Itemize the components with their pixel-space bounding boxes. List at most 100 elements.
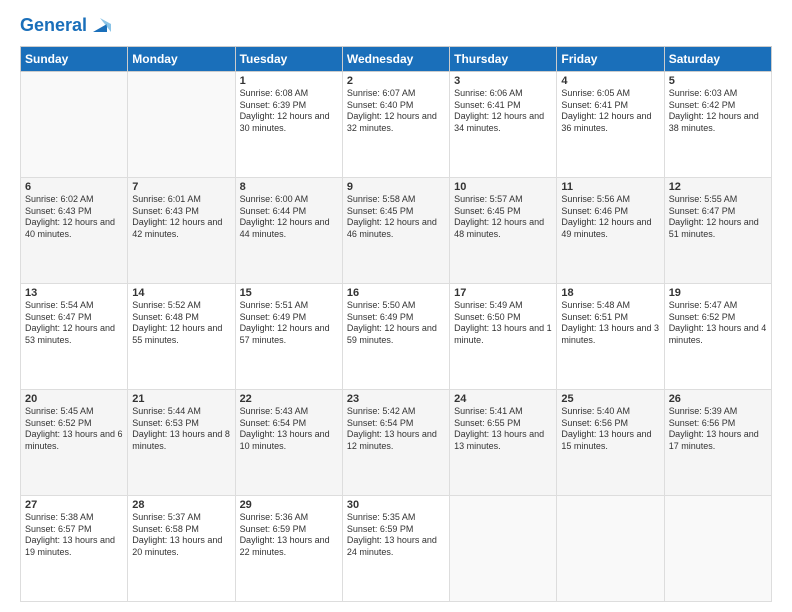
day-info: Sunrise: 5:40 AMSunset: 6:56 PMDaylight:… — [561, 406, 659, 453]
day-info: Sunrise: 5:58 AMSunset: 6:45 PMDaylight:… — [347, 194, 445, 241]
day-number: 17 — [454, 287, 552, 299]
calendar-header-row: SundayMondayTuesdayWednesdayThursdayFrid… — [21, 47, 772, 72]
calendar-day-cell: 8Sunrise: 6:00 AMSunset: 6:44 PMDaylight… — [235, 178, 342, 284]
day-info: Sunrise: 5:54 AMSunset: 6:47 PMDaylight:… — [25, 300, 123, 347]
day-number: 26 — [669, 393, 767, 405]
calendar-day-cell: 23Sunrise: 5:42 AMSunset: 6:54 PMDayligh… — [342, 390, 449, 496]
weekday-header-monday: Monday — [128, 47, 235, 72]
calendar-day-cell: 16Sunrise: 5:50 AMSunset: 6:49 PMDayligh… — [342, 284, 449, 390]
day-number: 7 — [132, 181, 230, 193]
day-info: Sunrise: 5:44 AMSunset: 6:53 PMDaylight:… — [132, 406, 230, 453]
calendar-day-cell — [450, 496, 557, 602]
weekday-header-tuesday: Tuesday — [235, 47, 342, 72]
day-number: 24 — [454, 393, 552, 405]
calendar-day-cell: 20Sunrise: 5:45 AMSunset: 6:52 PMDayligh… — [21, 390, 128, 496]
calendar-day-cell: 29Sunrise: 5:36 AMSunset: 6:59 PMDayligh… — [235, 496, 342, 602]
calendar-day-cell — [21, 72, 128, 178]
day-number: 16 — [347, 287, 445, 299]
calendar-day-cell: 7Sunrise: 6:01 AMSunset: 6:43 PMDaylight… — [128, 178, 235, 284]
day-number: 15 — [240, 287, 338, 299]
day-info: Sunrise: 5:50 AMSunset: 6:49 PMDaylight:… — [347, 300, 445, 347]
calendar-table: SundayMondayTuesdayWednesdayThursdayFrid… — [20, 46, 772, 602]
day-info: Sunrise: 5:41 AMSunset: 6:55 PMDaylight:… — [454, 406, 552, 453]
day-info: Sunrise: 5:52 AMSunset: 6:48 PMDaylight:… — [132, 300, 230, 347]
day-number: 23 — [347, 393, 445, 405]
calendar-day-cell — [128, 72, 235, 178]
day-number: 25 — [561, 393, 659, 405]
calendar-day-cell: 11Sunrise: 5:56 AMSunset: 6:46 PMDayligh… — [557, 178, 664, 284]
day-info: Sunrise: 6:08 AMSunset: 6:39 PMDaylight:… — [240, 88, 338, 135]
weekday-header-sunday: Sunday — [21, 47, 128, 72]
day-info: Sunrise: 5:35 AMSunset: 6:59 PMDaylight:… — [347, 512, 445, 559]
day-info: Sunrise: 5:36 AMSunset: 6:59 PMDaylight:… — [240, 512, 338, 559]
calendar-day-cell: 28Sunrise: 5:37 AMSunset: 6:58 PMDayligh… — [128, 496, 235, 602]
calendar-day-cell: 26Sunrise: 5:39 AMSunset: 6:56 PMDayligh… — [664, 390, 771, 496]
day-number: 2 — [347, 75, 445, 87]
day-number: 10 — [454, 181, 552, 193]
day-info: Sunrise: 6:01 AMSunset: 6:43 PMDaylight:… — [132, 194, 230, 241]
day-number: 14 — [132, 287, 230, 299]
calendar-day-cell: 22Sunrise: 5:43 AMSunset: 6:54 PMDayligh… — [235, 390, 342, 496]
day-info: Sunrise: 5:55 AMSunset: 6:47 PMDaylight:… — [669, 194, 767, 241]
calendar-day-cell: 4Sunrise: 6:05 AMSunset: 6:41 PMDaylight… — [557, 72, 664, 178]
weekday-header-thursday: Thursday — [450, 47, 557, 72]
day-number: 28 — [132, 499, 230, 511]
day-info: Sunrise: 6:00 AMSunset: 6:44 PMDaylight:… — [240, 194, 338, 241]
calendar-day-cell: 12Sunrise: 5:55 AMSunset: 6:47 PMDayligh… — [664, 178, 771, 284]
page: General SundayMondayTuesdayWednesdayThur… — [0, 0, 792, 612]
day-info: Sunrise: 5:43 AMSunset: 6:54 PMDaylight:… — [240, 406, 338, 453]
day-info: Sunrise: 5:49 AMSunset: 6:50 PMDaylight:… — [454, 300, 552, 347]
calendar-day-cell: 21Sunrise: 5:44 AMSunset: 6:53 PMDayligh… — [128, 390, 235, 496]
day-number: 4 — [561, 75, 659, 87]
day-info: Sunrise: 5:37 AMSunset: 6:58 PMDaylight:… — [132, 512, 230, 559]
logo: General — [20, 16, 111, 36]
calendar-day-cell: 6Sunrise: 6:02 AMSunset: 6:43 PMDaylight… — [21, 178, 128, 284]
calendar-week-row: 6Sunrise: 6:02 AMSunset: 6:43 PMDaylight… — [21, 178, 772, 284]
day-number: 21 — [132, 393, 230, 405]
calendar-week-row: 20Sunrise: 5:45 AMSunset: 6:52 PMDayligh… — [21, 390, 772, 496]
weekday-header-saturday: Saturday — [664, 47, 771, 72]
day-number: 8 — [240, 181, 338, 193]
calendar-week-row: 27Sunrise: 5:38 AMSunset: 6:57 PMDayligh… — [21, 496, 772, 602]
header: General — [20, 16, 772, 36]
logo-text: General — [20, 16, 87, 36]
day-info: Sunrise: 5:57 AMSunset: 6:45 PMDaylight:… — [454, 194, 552, 241]
calendar-day-cell: 14Sunrise: 5:52 AMSunset: 6:48 PMDayligh… — [128, 284, 235, 390]
calendar-week-row: 13Sunrise: 5:54 AMSunset: 6:47 PMDayligh… — [21, 284, 772, 390]
day-info: Sunrise: 5:39 AMSunset: 6:56 PMDaylight:… — [669, 406, 767, 453]
day-info: Sunrise: 6:06 AMSunset: 6:41 PMDaylight:… — [454, 88, 552, 135]
day-info: Sunrise: 6:02 AMSunset: 6:43 PMDaylight:… — [25, 194, 123, 241]
day-number: 5 — [669, 75, 767, 87]
day-info: Sunrise: 6:05 AMSunset: 6:41 PMDaylight:… — [561, 88, 659, 135]
calendar-day-cell: 25Sunrise: 5:40 AMSunset: 6:56 PMDayligh… — [557, 390, 664, 496]
logo-icon — [89, 14, 111, 36]
day-number: 12 — [669, 181, 767, 193]
day-info: Sunrise: 5:45 AMSunset: 6:52 PMDaylight:… — [25, 406, 123, 453]
calendar-day-cell: 30Sunrise: 5:35 AMSunset: 6:59 PMDayligh… — [342, 496, 449, 602]
day-number: 18 — [561, 287, 659, 299]
day-info: Sunrise: 6:03 AMSunset: 6:42 PMDaylight:… — [669, 88, 767, 135]
calendar-week-row: 1Sunrise: 6:08 AMSunset: 6:39 PMDaylight… — [21, 72, 772, 178]
day-number: 19 — [669, 287, 767, 299]
day-number: 30 — [347, 499, 445, 511]
day-info: Sunrise: 5:47 AMSunset: 6:52 PMDaylight:… — [669, 300, 767, 347]
calendar-day-cell: 10Sunrise: 5:57 AMSunset: 6:45 PMDayligh… — [450, 178, 557, 284]
day-number: 3 — [454, 75, 552, 87]
day-number: 9 — [347, 181, 445, 193]
calendar-day-cell: 5Sunrise: 6:03 AMSunset: 6:42 PMDaylight… — [664, 72, 771, 178]
calendar-day-cell: 27Sunrise: 5:38 AMSunset: 6:57 PMDayligh… — [21, 496, 128, 602]
day-number: 20 — [25, 393, 123, 405]
day-info: Sunrise: 5:42 AMSunset: 6:54 PMDaylight:… — [347, 406, 445, 453]
day-number: 29 — [240, 499, 338, 511]
calendar-day-cell — [557, 496, 664, 602]
calendar-day-cell: 13Sunrise: 5:54 AMSunset: 6:47 PMDayligh… — [21, 284, 128, 390]
day-number: 1 — [240, 75, 338, 87]
calendar-day-cell: 3Sunrise: 6:06 AMSunset: 6:41 PMDaylight… — [450, 72, 557, 178]
day-number: 22 — [240, 393, 338, 405]
calendar-day-cell: 15Sunrise: 5:51 AMSunset: 6:49 PMDayligh… — [235, 284, 342, 390]
day-info: Sunrise: 5:38 AMSunset: 6:57 PMDaylight:… — [25, 512, 123, 559]
day-info: Sunrise: 5:51 AMSunset: 6:49 PMDaylight:… — [240, 300, 338, 347]
calendar-day-cell — [664, 496, 771, 602]
weekday-header-friday: Friday — [557, 47, 664, 72]
calendar-day-cell: 2Sunrise: 6:07 AMSunset: 6:40 PMDaylight… — [342, 72, 449, 178]
